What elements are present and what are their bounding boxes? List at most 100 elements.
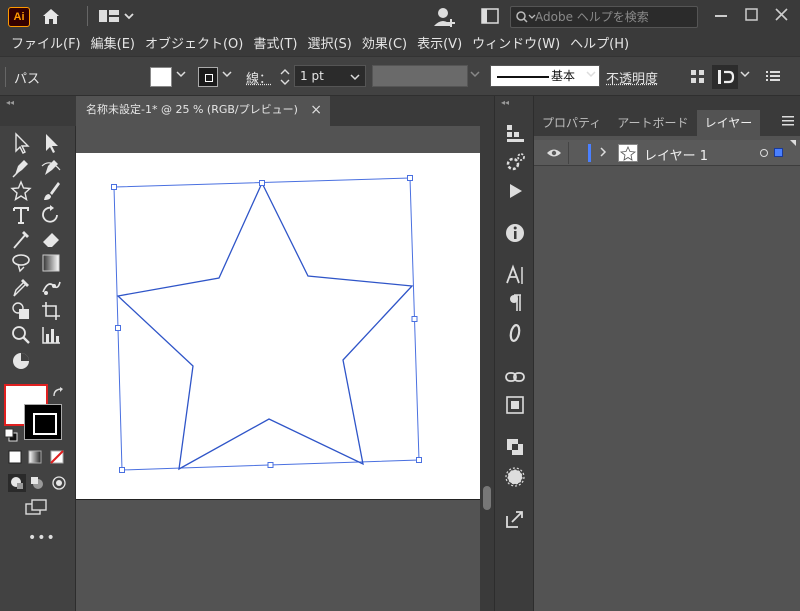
stroke-color-box[interactable]	[24, 404, 62, 440]
vertical-scrollbar[interactable]	[480, 126, 494, 611]
lasso-tool-icon[interactable]	[10, 252, 34, 274]
document-info-icon[interactable]	[504, 394, 526, 416]
canvas-area[interactable]	[76, 126, 480, 611]
stroke-weight-field[interactable]: 1 pt	[294, 65, 366, 87]
selection-tool-icon[interactable]	[10, 132, 34, 154]
layer-name[interactable]: レイヤー 1	[644, 145, 708, 164]
fill-swatch[interactable]	[150, 67, 172, 87]
menu-window[interactable]: ウィンドウ(W)	[467, 34, 565, 56]
puppet-warp-tool-icon[interactable]	[40, 276, 64, 298]
document-tab[interactable]: 名称未設定-1* @ 25 % (RGB/プレビュー) ×	[76, 96, 330, 126]
artboard[interactable]	[76, 153, 480, 500]
close-icon[interactable]: ×	[310, 96, 322, 124]
artboard-tool-icon[interactable]	[40, 300, 64, 322]
tab-properties[interactable]: プロパティ	[534, 110, 609, 136]
layer-selection-indicator[interactable]	[774, 148, 783, 157]
opentype-icon[interactable]	[504, 322, 526, 344]
none-mode-icon[interactable]	[50, 450, 64, 467]
pen-tool-icon[interactable]	[10, 156, 34, 178]
variable-width-profile[interactable]	[372, 65, 468, 87]
zoom-tool-icon[interactable]	[10, 324, 34, 346]
workspace-switcher-icon[interactable]	[98, 6, 136, 29]
eraser-tool-icon[interactable]	[40, 228, 64, 250]
minimize-icon[interactable]	[708, 4, 734, 26]
menu-file[interactable]: ファイル(F)	[6, 34, 86, 56]
brush-dropdown-icon[interactable]	[586, 70, 596, 81]
fill-dropdown-icon[interactable]	[176, 70, 186, 81]
star-path[interactable]	[76, 153, 480, 500]
menu-edit[interactable]: 編集(E)	[86, 34, 140, 56]
layer-thumbnail	[618, 144, 638, 162]
stroke-label[interactable]: 線：	[246, 68, 272, 87]
align-grid-icon[interactable]	[690, 69, 706, 88]
arrange-documents-icon[interactable]	[480, 6, 500, 29]
control-bar-grip[interactable]	[4, 65, 8, 92]
menu-object[interactable]: オブジェクト(O)	[140, 34, 248, 56]
expand-layer-icon[interactable]	[598, 144, 608, 163]
character-icon[interactable]	[504, 264, 526, 286]
profile-dropdown-icon[interactable]	[470, 70, 480, 81]
home-icon[interactable]	[40, 6, 62, 29]
draw-inside-icon[interactable]	[50, 474, 68, 495]
tab-artboards[interactable]: アートボード	[609, 110, 696, 136]
scrollbar-thumb[interactable]	[483, 486, 491, 510]
expand-strip-icon[interactable]: ◂◂	[501, 98, 509, 107]
paintbrush-tool-icon[interactable]	[40, 180, 64, 202]
control-bar-menu-icon[interactable]	[766, 70, 780, 85]
layer-color-bar	[588, 144, 591, 162]
info-icon[interactable]	[504, 222, 526, 244]
help-search-input[interactable]: Adobe ヘルプを検索	[510, 6, 698, 28]
transform-icon[interactable]	[712, 65, 738, 89]
panel-menu-icon[interactable]	[782, 114, 794, 128]
close-window-icon[interactable]	[768, 4, 794, 26]
tab-layers[interactable]: レイヤー	[696, 110, 761, 136]
gradient-tool-icon[interactable]	[40, 252, 64, 274]
draw-normal-icon[interactable]	[8, 474, 26, 492]
user-icon[interactable]	[433, 6, 457, 31]
lock-column[interactable]	[568, 142, 569, 164]
draw-behind-icon[interactable]	[28, 474, 46, 495]
paragraph-icon[interactable]	[504, 292, 526, 314]
menu-type[interactable]: 書式(T)	[248, 34, 302, 56]
opacity-label[interactable]: 不透明度	[606, 68, 658, 87]
gear-icon[interactable]	[504, 152, 526, 174]
menu-select[interactable]: 選択(S)	[302, 34, 356, 56]
shape-builder-tool-icon[interactable]	[10, 300, 34, 322]
gradient-mode-icon[interactable]	[28, 450, 42, 467]
type-tool-icon[interactable]	[10, 204, 34, 226]
appearance-icon[interactable]	[504, 466, 526, 488]
eyedropper-tool-icon[interactable]	[10, 276, 34, 298]
edit-toolbar-button[interactable]: •••	[28, 530, 56, 546]
default-colors-icon[interactable]	[4, 428, 18, 445]
collapse-toolbar-icon[interactable]: ◂◂	[6, 98, 14, 107]
pie-graph-tool-icon[interactable]	[10, 350, 34, 372]
search-placeholder: Adobe ヘルプを検索	[535, 10, 649, 24]
eyedropper-line-tool-icon[interactable]	[10, 228, 34, 250]
layer-target-icon[interactable]	[760, 149, 768, 157]
layer-row[interactable]: レイヤー 1	[534, 140, 800, 166]
curvature-tool-icon[interactable]	[40, 156, 64, 178]
swap-colors-icon[interactable]	[52, 386, 66, 403]
menu-effect[interactable]: 効果(C)	[357, 34, 412, 56]
stroke-stepper-icon[interactable]	[280, 67, 290, 90]
libraries-icon[interactable]	[504, 122, 526, 144]
visibility-eye-icon[interactable]	[546, 147, 562, 162]
stroke-swatch[interactable]	[198, 67, 218, 87]
color-mode-icon[interactable]	[8, 450, 22, 467]
menu-help[interactable]: ヘルプ(H)	[565, 34, 634, 56]
star-tool-icon[interactable]	[10, 180, 34, 202]
pathfinder-icon[interactable]	[504, 436, 526, 458]
menu-view[interactable]: 表示(V)	[412, 34, 467, 56]
links-icon[interactable]	[504, 366, 526, 388]
screen-mode-icon[interactable]	[24, 498, 50, 521]
rotate-tool-icon[interactable]	[40, 204, 64, 226]
stroke-dropdown-icon[interactable]	[222, 70, 232, 81]
export-icon[interactable]	[504, 508, 526, 530]
brush-definition-field[interactable]: 基本	[490, 65, 600, 87]
chevron-down-icon	[350, 74, 360, 81]
graph-tool-icon[interactable]	[40, 324, 64, 346]
play-actions-icon[interactable]	[504, 180, 526, 202]
maximize-icon[interactable]	[738, 4, 764, 26]
direct-selection-tool-icon[interactable]	[40, 132, 64, 154]
transform-dropdown-icon[interactable]	[740, 70, 750, 81]
